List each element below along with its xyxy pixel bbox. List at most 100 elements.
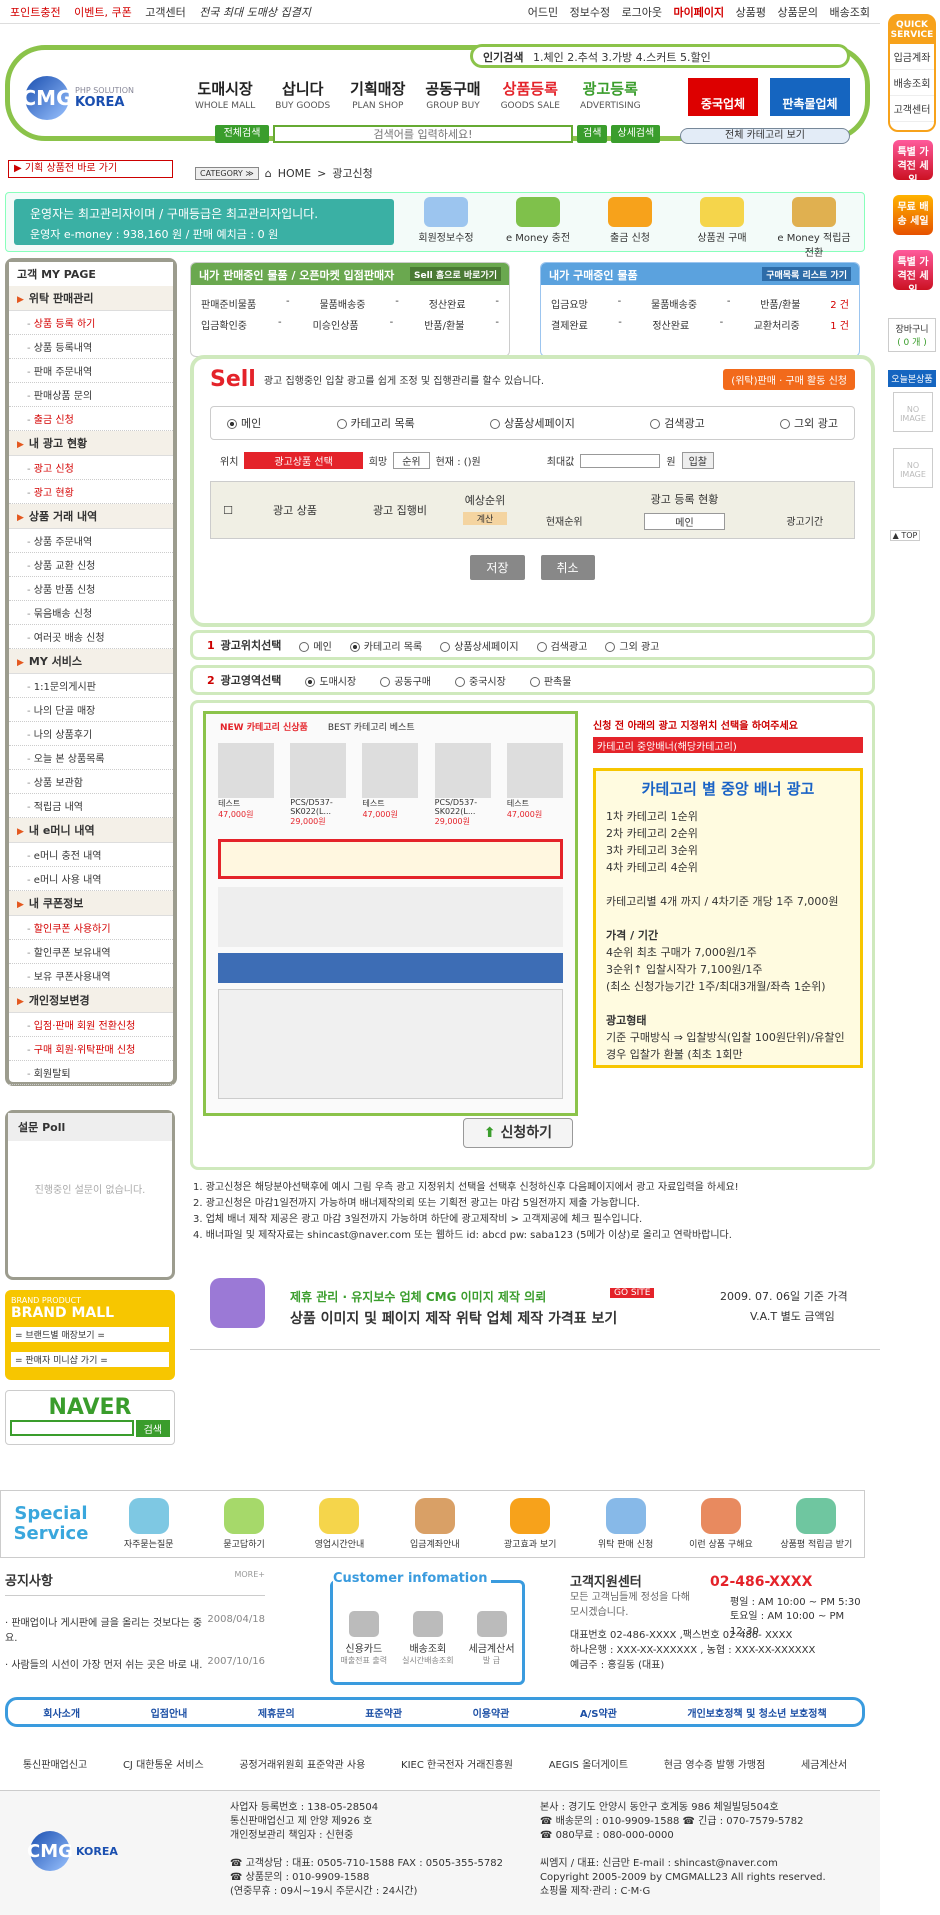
status-select[interactable]: 메인: [644, 512, 725, 530]
cart-box[interactable]: 장바구니 ( 0 개 ): [888, 318, 936, 352]
inquiry-link[interactable]: 상품문의: [778, 6, 818, 19]
status-cell[interactable]: 물품배송중: [651, 296, 697, 311]
mypage-item[interactable]: 여러곳 배송 신청: [9, 625, 173, 649]
nav-buy[interactable]: 삽니다 BUY GOODS: [275, 78, 330, 111]
partner-logo[interactable]: CJ 대한통운 서비스: [123, 1756, 204, 1771]
mypage-link[interactable]: 마이페이지: [674, 6, 725, 19]
footer-link[interactable]: A/S약관: [580, 1705, 617, 1720]
site-logo[interactable]: CMG PHP SOLUTION KOREA: [22, 70, 175, 125]
customer-info-item[interactable]: 세금계산서 발 급: [469, 1611, 515, 1666]
status-cell[interactable]: 교환처리중: [754, 317, 800, 332]
option-radio[interactable]: 판촉물: [529, 673, 571, 688]
ad-type-radio[interactable]: 그외 광고: [779, 415, 838, 431]
sell-apply-button[interactable]: (위탁)판매 · 구매 활동 신청: [723, 369, 855, 390]
status-cell[interactable]: 결제완료: [551, 317, 588, 332]
home-icon[interactable]: ⌂: [265, 167, 272, 180]
mypage-item[interactable]: 광고 현황: [9, 480, 173, 504]
seller-shop-select[interactable]: = 판매자 미니샵 가기 =: [11, 1352, 169, 1367]
mypage-item[interactable]: 상품 주문내역: [9, 529, 173, 553]
nav-goods-sale[interactable]: 상품등록 GOODS SALE: [501, 78, 560, 111]
search-scope-select[interactable]: 전체검색: [215, 125, 269, 143]
promo-vendor-banner[interactable]: 판촉물업체: [770, 78, 850, 116]
naver-search-button[interactable]: 검색: [135, 1420, 170, 1437]
mypage-item[interactable]: e머니 사용 내역: [9, 867, 173, 891]
china-vendor-banner[interactable]: 중국업체: [688, 78, 758, 116]
mypage-item[interactable]: 상품 반품 신청: [9, 577, 173, 601]
apply-ad-button[interactable]: ⬆ 신청하기: [463, 1118, 573, 1148]
status-cell[interactable]: 입금확인중: [201, 317, 247, 332]
status-cell[interactable]: 반품/환불: [424, 317, 464, 332]
special-item[interactable]: 묻고답하기: [196, 1498, 291, 1550]
partner-logo[interactable]: 통신판매업신고: [23, 1756, 87, 1771]
option-radio[interactable]: 중국시장: [455, 673, 506, 688]
breadcrumb-home[interactable]: HOME: [278, 167, 311, 180]
footer-link[interactable]: 표준약관: [365, 1705, 402, 1720]
footer-link[interactable]: 제휴문의: [258, 1705, 295, 1720]
footer-link[interactable]: 회사소개: [43, 1705, 80, 1720]
mypage-item[interactable]: 광고 신청: [9, 456, 173, 480]
select-all-checkbox[interactable]: ☐: [211, 504, 245, 517]
mypage-item[interactable]: 보유 쿠폰사용내역: [9, 964, 173, 988]
save-button[interactable]: 저장: [470, 555, 525, 580]
admin-link[interactable]: 어드민: [528, 6, 558, 19]
withdraw-action[interactable]: 출금 신청: [590, 197, 670, 259]
quick-center[interactable]: 고객센터: [890, 96, 934, 122]
category-button[interactable]: CATEGORY ≫: [195, 166, 259, 180]
mypage-item[interactable]: e머니 충전 내역: [9, 843, 173, 867]
mypage-item[interactable]: 상품 등록내역: [9, 335, 173, 359]
preview-position-select[interactable]: 카테고리 중앙배너(해당카테고리): [593, 737, 863, 753]
mypage-item[interactable]: 나의 단골 매장: [9, 698, 173, 722]
cancel-button[interactable]: 취소: [540, 555, 595, 580]
footer-link[interactable]: 입점안내: [151, 1705, 188, 1720]
ad-type-radio[interactable]: 카테고리 목록: [336, 415, 415, 431]
special-item[interactable]: 영업시간안내: [292, 1498, 387, 1550]
notice-more[interactable]: MORE+: [234, 1570, 265, 1589]
reviews-link[interactable]: 상품평: [736, 6, 766, 19]
quick-delivery[interactable]: 배송조회: [890, 70, 934, 96]
detail-search-button[interactable]: 상세검색: [611, 125, 661, 143]
emoney-charge-action[interactable]: e Money 충전: [498, 197, 578, 259]
special-item[interactable]: 위탁 판매 신청: [578, 1498, 673, 1550]
all-category-button[interactable]: 전체 카테고리 보기: [680, 128, 850, 144]
edit-member-action[interactable]: 회원정보수정: [406, 197, 486, 259]
sale-banner-2[interactable]: 무료 배송 세일: [893, 195, 933, 235]
delivery-link[interactable]: 배송조회: [830, 6, 870, 19]
ad-type-radio[interactable]: 상품상세페이지: [490, 415, 575, 431]
option-radio[interactable]: 그외 광고: [605, 638, 659, 653]
customer-info-item[interactable]: 배송조회 실시간배송조회: [402, 1611, 454, 1666]
mypage-item[interactable]: 적립금 내역: [9, 794, 173, 818]
partner-logo[interactable]: KIEC 한국전자 거래진흥원: [401, 1756, 513, 1771]
mypage-item[interactable]: 상품 보관함: [9, 770, 173, 794]
option-radio[interactable]: 상품상세페이지: [440, 638, 519, 653]
notice-row[interactable]: · 판매업이나 게시판에 글을 올리는 것보다는 중요. 2008/04/18: [5, 1614, 265, 1644]
partner-logo[interactable]: AEGIS 올더게이트: [549, 1756, 628, 1771]
position-select[interactable]: 광고상품 선택: [244, 452, 363, 469]
design-banner[interactable]: 제휴 관리 · 유지보수 업체 CMG 이미지 제작 의뢰 GO SITE 상품…: [190, 1270, 880, 1350]
option-radio[interactable]: 검색광고: [536, 638, 587, 653]
status-cell[interactable]: 정산완료: [652, 317, 689, 332]
logout-link[interactable]: 로그아웃: [622, 6, 662, 19]
partner-logo[interactable]: 공정거래위원회 표준약관 사용: [239, 1756, 365, 1771]
special-item[interactable]: 이런 상품 구해요: [673, 1498, 768, 1550]
plan-shortcut-select[interactable]: ▶ 기획 상품전 바로 가기: [8, 160, 173, 178]
status-cell[interactable]: 판매준비물품: [201, 296, 256, 311]
option-radio[interactable]: 메인: [299, 638, 332, 653]
search-input[interactable]: [273, 125, 573, 143]
buy-list-button[interactable]: 구매목록 리스트 가기: [762, 267, 851, 281]
status-cell[interactable]: 물품배송중: [319, 296, 365, 311]
mypage-item[interactable]: 판매 주문내역: [9, 359, 173, 383]
mypage-item[interactable]: 회원탈퇴: [9, 1061, 173, 1085]
mypage-item[interactable]: 오늘 본 상품목록: [9, 746, 173, 770]
mypage-item[interactable]: 나의 상품후기: [9, 722, 173, 746]
calc-button[interactable]: 계산: [463, 511, 507, 525]
special-item[interactable]: 입금계좌안내: [387, 1498, 482, 1550]
max-input[interactable]: [580, 453, 661, 468]
voucher-action[interactable]: 상품권 구매: [682, 197, 762, 259]
nav-plan[interactable]: 기획매장 PLAN SHOP: [350, 78, 405, 111]
naver-input[interactable]: [10, 1420, 134, 1436]
nav-advertising[interactable]: 광고등록 ADVERTISING: [580, 78, 641, 111]
mypage-item[interactable]: 1:1문의게시판: [9, 674, 173, 698]
status-cell[interactable]: 입금요망: [551, 296, 588, 311]
popular-items[interactable]: 1.체인 2.추석 3.가방 4.스커트 5.할인: [533, 51, 711, 64]
option-radio[interactable]: 도매시장: [305, 673, 356, 688]
